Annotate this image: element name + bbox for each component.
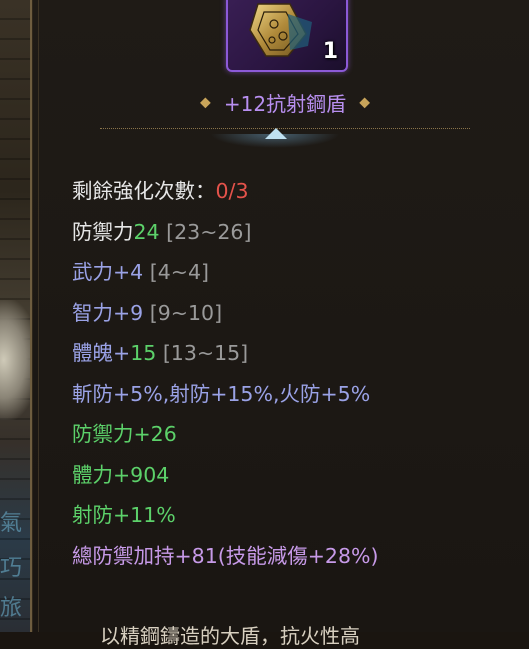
defense-label: 防禦力 [72, 219, 134, 244]
bonus-defense: 防禦力+26 [72, 422, 177, 446]
defense-row: 防禦力24 [23~26] [72, 215, 379, 256]
bonus-ranged-resist: 射防+11% [72, 503, 176, 527]
diamond-icon: ◆ [359, 94, 370, 111]
tipo-value: 15 [130, 341, 157, 365]
wuli-row: 武力+4 [4~4] [72, 255, 379, 296]
bonus-row: 防禦力+26 [72, 417, 379, 458]
defense-value: 24 [133, 219, 160, 244]
enhance-label: 剩餘強化次數： [72, 179, 216, 203]
expand-arrow-icon[interactable] [265, 128, 287, 139]
diamond-icon: ◆ [200, 94, 211, 111]
zhili-text: 智力+9 [72, 300, 144, 325]
resist-row: 斬防+5%,射防+15%,火防+5% [72, 377, 379, 418]
wuli-range: [4~4] [149, 260, 210, 284]
bonus-row: 體力+904 [72, 458, 379, 499]
item-count: 1 [322, 39, 338, 64]
wuli-text: 武力+4 [72, 260, 144, 284]
enhance-count-row: 剩餘強化次數：0/3 [72, 174, 379, 215]
total-defense-row: 總防禦加持+81(技能減傷+28%) [72, 539, 379, 580]
bonus-hp: 體力+904 [72, 462, 170, 487]
enhance-value: 0/3 [215, 179, 249, 203]
item-icon-slot[interactable]: 1 [226, 0, 348, 72]
item-name: +12抗射鋼盾 [223, 92, 347, 116]
total-defense-text: 總防禦加持+81(技能減傷+28%) [72, 543, 379, 568]
bonus-row: 射防+11% [72, 498, 379, 539]
tipo-label: 體魄+ [72, 341, 131, 365]
tipo-row: 體魄+15 [13~15] [72, 336, 379, 377]
resist-text: 斬防+5%,射防+15%,火防+5% [72, 381, 371, 406]
zhili-row: 智力+9 [9~10] [72, 296, 379, 337]
item-title-row: ◆ +12抗射鋼盾 ◆ [100, 88, 470, 118]
tipo-range: [13~15] [162, 341, 249, 365]
zhili-range: [9~10] [149, 300, 223, 325]
panel-border [38, 0, 39, 632]
defense-range: [23~26] [166, 219, 252, 244]
stats-list: 剩餘強化次數：0/3 防禦力24 [23~26] 武力+4 [4~4] 智力+9… [72, 174, 379, 579]
flavor-text: 以精鋼鑄造的大盾，抗火性高 [100, 624, 360, 648]
